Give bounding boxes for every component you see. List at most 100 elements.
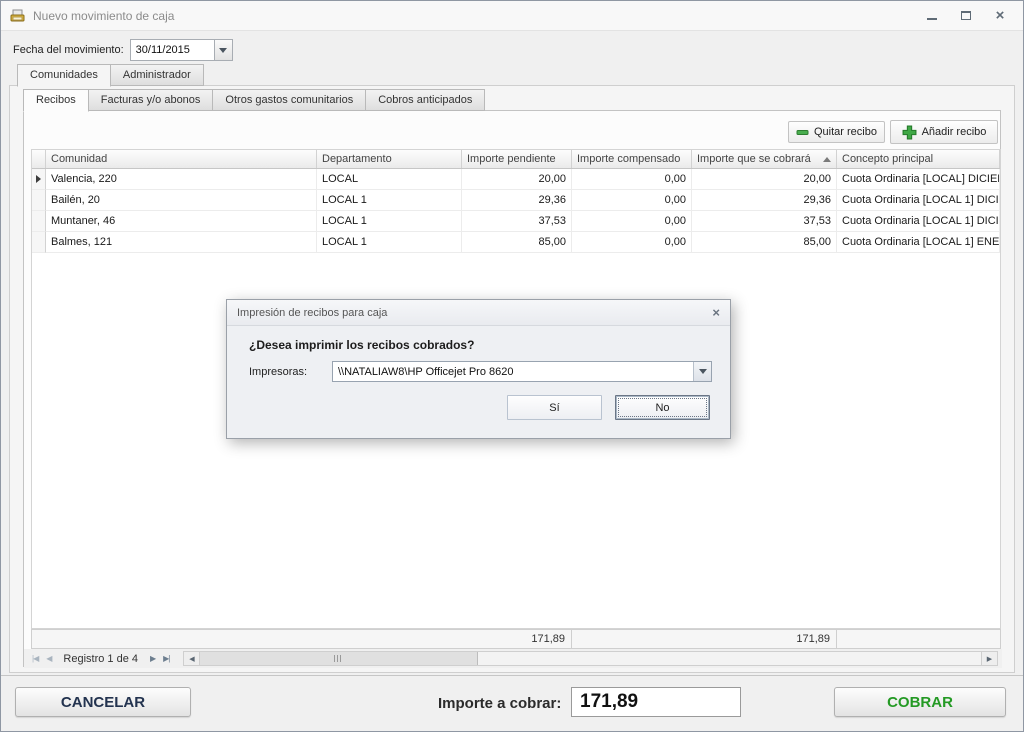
cell-importe-compensado: 0,00: [572, 232, 692, 253]
cell-concepto: Cuota Ordinaria [LOCAL 1] ENER: [837, 232, 1000, 253]
tab-cobros-anticipados[interactable]: Cobros anticipados: [366, 89, 485, 111]
cell-importe-pendiente: 20,00: [462, 169, 572, 190]
printer-dropdown-button[interactable]: [693, 362, 711, 381]
table-row[interactable]: Bailén, 20 LOCAL 1 29,36 0,00 29,36 Cuot…: [32, 190, 1000, 211]
cell-importe-compensado: 0,00: [572, 190, 692, 211]
anadir-recibo-button[interactable]: Añadir recibo: [890, 120, 998, 144]
cell-comunidad: Bailén, 20: [46, 190, 317, 211]
importe-a-cobrar-label: Importe a cobrar:: [438, 695, 561, 712]
nav-first-button[interactable]: |◀: [28, 654, 42, 663]
minus-icon: [796, 126, 809, 139]
plus-icon: [902, 125, 917, 140]
cell-importe-cobrara: 29,36: [692, 190, 837, 211]
tab-recibos[interactable]: Recibos: [23, 89, 89, 112]
col-importe-pendiente[interactable]: Importe pendiente: [462, 150, 572, 168]
nav-prev-button[interactable]: ◀: [42, 654, 55, 663]
cell-concepto: Cuota Ordinaria [LOCAL] DICIEM: [837, 169, 1000, 190]
table-header: Comunidad Departamento Importe pendiente…: [32, 150, 1000, 169]
no-button[interactable]: No: [615, 395, 710, 420]
minimize-button[interactable]: [921, 6, 943, 26]
totals-row: 171,89 171,89: [31, 629, 1001, 649]
row-indicator: [32, 190, 46, 211]
record-navigator: |◀ ◀ Registro 1 de 4 ▶ ▶| ◀ ▶: [24, 649, 1002, 668]
titlebar: Nuevo movimiento de caja ×: [1, 1, 1023, 31]
cell-concepto: Cuota Ordinaria [LOCAL 1] DICI: [837, 211, 1000, 232]
tab-facturas-abonos[interactable]: Facturas y/o abonos: [89, 89, 214, 111]
maximize-button[interactable]: [955, 6, 977, 26]
importe-a-cobrar-value: 171,89: [571, 687, 741, 717]
col-comunidad[interactable]: Comunidad: [46, 150, 317, 168]
dialog-question: ¿Desea imprimir los recibos cobrados?: [249, 338, 474, 352]
printer-combobox[interactable]: [332, 361, 712, 382]
row-selector-icon: [36, 175, 41, 183]
sub-tabstrip: Recibos Facturas y/o abonos Otros gastos…: [23, 89, 485, 112]
cell-departamento: LOCAL 1: [317, 232, 462, 253]
total-importe-pendiente: 171,89: [462, 630, 572, 648]
cell-departamento: LOCAL: [317, 169, 462, 190]
record-count-label: Registro 1 de 4: [55, 653, 146, 665]
close-button[interactable]: ×: [989, 6, 1011, 26]
cell-importe-compensado: 0,00: [572, 211, 692, 232]
row-indicator: [32, 232, 46, 253]
minimize-icon: [927, 18, 937, 20]
dialog-titlebar: Impresión de recibos para caja ×: [227, 300, 730, 326]
nav-last-button[interactable]: ▶|: [159, 654, 173, 663]
cell-importe-cobrara: 85,00: [692, 232, 837, 253]
row-indicator: [32, 169, 46, 190]
tab-comunidades[interactable]: Comunidades: [17, 64, 111, 87]
cell-importe-pendiente: 37,53: [462, 211, 572, 232]
tab-otros-gastos[interactable]: Otros gastos comunitarios: [213, 89, 366, 111]
col-importe-cobrara[interactable]: Importe que se cobrará: [692, 150, 837, 168]
sort-asc-icon: [823, 157, 831, 162]
dialog-title: Impresión de recibos para caja: [237, 307, 387, 319]
quitar-recibo-label: Quitar recibo: [814, 126, 877, 138]
table-row[interactable]: Muntaner, 46 LOCAL 1 37,53 0,00 37,53 Cu…: [32, 211, 1000, 232]
col-importe-compensado[interactable]: Importe compensado: [572, 150, 692, 168]
cobrar-button[interactable]: COBRAR: [834, 687, 1006, 717]
window-title: Nuevo movimiento de caja: [33, 9, 174, 23]
chevron-down-icon: [219, 48, 227, 53]
col-departamento[interactable]: Departamento: [317, 150, 462, 168]
window-controls: ×: [921, 6, 1015, 26]
table-row[interactable]: Valencia, 220 LOCAL 20,00 0,00 20,00 Cuo…: [32, 169, 1000, 190]
printer-input[interactable]: [333, 362, 693, 381]
cash-register-icon: [9, 8, 27, 24]
cell-concepto: Cuota Ordinaria [LOCAL 1] DICI: [837, 190, 1000, 211]
scrollbar-thumb[interactable]: [200, 652, 478, 665]
cell-comunidad: Balmes, 121: [46, 232, 317, 253]
date-label: Fecha del movimiento:: [13, 44, 124, 56]
grip-icon: [334, 655, 343, 662]
anadir-recibo-label: Añadir recibo: [922, 126, 987, 138]
row-indicator: [32, 211, 46, 232]
cell-departamento: LOCAL 1: [317, 211, 462, 232]
date-row: Fecha del movimiento:: [13, 39, 233, 61]
cell-importe-pendiente: 85,00: [462, 232, 572, 253]
date-dropdown-button[interactable]: [214, 39, 233, 61]
maximize-icon: [961, 11, 971, 20]
yes-button[interactable]: Sí: [507, 395, 602, 420]
scrollbar-track[interactable]: [478, 652, 981, 665]
cancelar-button[interactable]: CANCELAR: [15, 687, 191, 717]
cell-comunidad: Valencia, 220: [46, 169, 317, 190]
tab-administrador[interactable]: Administrador: [111, 64, 204, 86]
col-importe-cobrara-label: Importe que se cobrará: [697, 153, 811, 165]
cell-importe-cobrara: 20,00: [692, 169, 837, 190]
cell-importe-pendiente: 29,36: [462, 190, 572, 211]
date-input[interactable]: [130, 39, 214, 61]
scroll-left-icon[interactable]: ◀: [184, 652, 200, 665]
printer-label: Impresoras:: [249, 366, 307, 378]
scroll-right-icon[interactable]: ▶: [981, 652, 997, 665]
close-icon: ×: [996, 8, 1005, 23]
dialog-close-icon[interactable]: ×: [712, 305, 720, 320]
main-tabstrip: Comunidades Administrador: [17, 64, 204, 87]
nav-next-button[interactable]: ▶: [146, 654, 159, 663]
table-row[interactable]: Balmes, 121 LOCAL 1 85,00 0,00 85,00 Cuo…: [32, 232, 1000, 253]
col-concepto-principal[interactable]: Concepto principal: [837, 150, 1000, 168]
horizontal-scrollbar[interactable]: ◀ ▶: [183, 651, 998, 666]
quitar-recibo-button[interactable]: Quitar recibo: [788, 121, 885, 143]
cell-importe-compensado: 0,00: [572, 169, 692, 190]
cell-departamento: LOCAL 1: [317, 190, 462, 211]
chevron-down-icon: [699, 369, 707, 374]
print-receipts-dialog: Impresión de recibos para caja × ¿Desea …: [226, 299, 731, 439]
cell-importe-cobrara: 37,53: [692, 211, 837, 232]
